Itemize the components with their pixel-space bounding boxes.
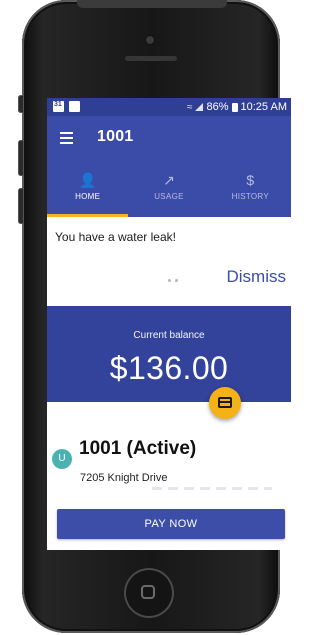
faded-detail-strip (152, 487, 272, 490)
tab-history-label: HISTORY (231, 192, 269, 201)
balance-label: Current balance (133, 330, 205, 341)
status-left-icons: 31 (53, 101, 80, 112)
trend-icon: ↗ (163, 172, 175, 188)
tab-bar: 👤 HOME ↗ USAGE $ HISTORY (47, 162, 291, 217)
credit-card-icon (218, 397, 232, 408)
tab-usage-label: USAGE (154, 192, 184, 201)
volume-up-button (18, 140, 24, 176)
tab-history[interactable]: $ HISTORY (210, 162, 291, 217)
image-icon (69, 101, 80, 112)
status-right: ≈ 86% 10:25 AM (187, 101, 287, 113)
person-icon: 👤 (78, 172, 97, 188)
tab-home-label: HOME (75, 192, 101, 201)
front-camera (146, 36, 154, 44)
account-address: 7205 Knight Drive (80, 472, 168, 484)
alert-card: You have a water leak! Dismiss (47, 217, 291, 294)
wifi-icon: ≈ (186, 101, 193, 113)
pay-card-fab[interactable] (209, 387, 241, 419)
account-title: 1001 (Active) (79, 438, 197, 459)
avatar: U (52, 449, 72, 469)
mute-switch (18, 95, 24, 113)
status-bar: 31 ≈ 86% 10:25 AM (47, 98, 291, 116)
dismiss-button[interactable]: Dismiss (227, 267, 287, 287)
dollar-icon: $ (246, 172, 255, 188)
calendar-icon: 31 (53, 101, 64, 112)
tab-home[interactable]: 👤 HOME (47, 162, 129, 217)
app-bar: 1001 (47, 116, 291, 162)
volume-down-button (18, 188, 24, 224)
pay-now-button[interactable]: PAY NOW (57, 509, 285, 539)
battery-icon (231, 102, 238, 112)
app-screen: 31 ≈ 86% 10:25 AM 1001 👤 HOME ↗ USAGE $ … (47, 98, 291, 550)
balance-panel: Current balance $136.00 (47, 306, 291, 402)
status-time: 10:25 AM (240, 101, 287, 113)
menu-icon[interactable] (60, 132, 73, 144)
balance-amount: $136.00 (109, 350, 229, 386)
tab-usage[interactable]: ↗ USAGE (128, 162, 209, 217)
battery-percent: 86% (206, 101, 229, 113)
alert-message: You have a water leak! (55, 230, 176, 244)
speaker-grill (125, 56, 177, 61)
pager-dots (168, 279, 178, 282)
signal-icon (195, 103, 204, 111)
home-button[interactable] (124, 568, 174, 618)
calendar-icon-text: 31 (54, 101, 62, 108)
phone-top-edge (77, 0, 227, 8)
app-title: 1001 (97, 128, 134, 145)
home-square-icon (141, 585, 155, 599)
